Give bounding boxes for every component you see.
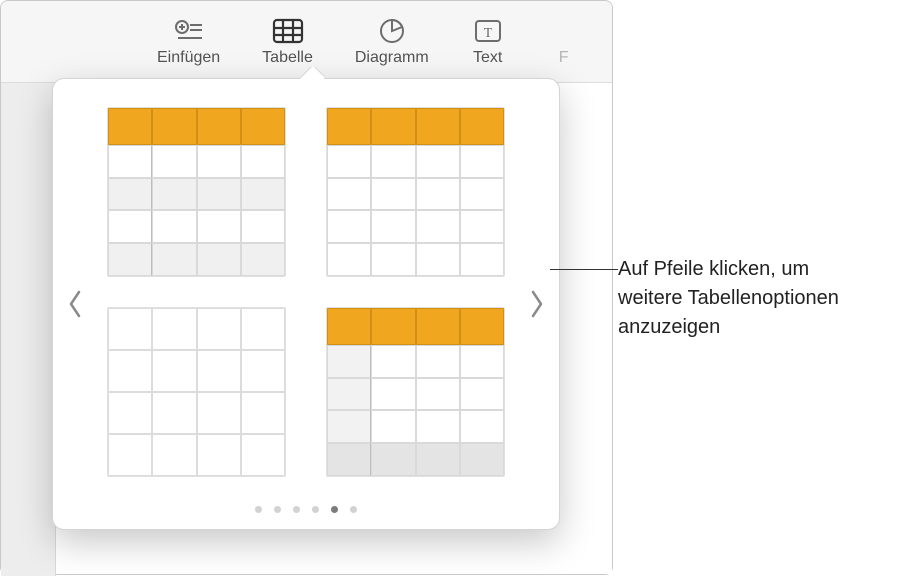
toolbar-shape[interactable]: F [541, 17, 587, 67]
callout-leader-line [550, 269, 618, 270]
toolbar-chart-label: Diagramm [355, 49, 429, 67]
page-indicator[interactable] [53, 506, 559, 513]
page-dot-2[interactable] [274, 506, 281, 513]
prev-page-arrow[interactable] [53, 79, 97, 529]
table-style-option-3[interactable] [107, 307, 286, 477]
text-icon: T [471, 17, 505, 45]
table-icon [271, 17, 305, 45]
svg-text:T: T [483, 26, 492, 41]
document-gutter [1, 83, 56, 576]
chart-icon [375, 17, 409, 45]
toolbar-chart[interactable]: Diagramm [349, 17, 435, 67]
page-dot-6[interactable] [350, 506, 357, 513]
toolbar-insert-label: Einfügen [157, 49, 220, 67]
toolbar-shape-label: F [559, 49, 569, 67]
insert-icon [172, 17, 206, 45]
page-dot-4[interactable] [312, 506, 319, 513]
toolbar-insert[interactable]: Einfügen [151, 17, 226, 67]
table-style-option-2[interactable] [326, 107, 505, 277]
chevron-left-icon [67, 289, 83, 319]
page-dot-5[interactable] [331, 506, 338, 513]
toolbar-text[interactable]: T Text [465, 17, 511, 67]
table-style-option-1[interactable] [107, 107, 286, 277]
popover-tail [300, 67, 324, 79]
shape-icon [547, 17, 581, 45]
page-dot-1[interactable] [255, 506, 262, 513]
chevron-right-icon [529, 289, 545, 319]
toolbar-table[interactable]: Tabelle [256, 17, 319, 67]
page-dot-3[interactable] [293, 506, 300, 513]
table-style-grid [97, 79, 515, 529]
next-page-arrow[interactable] [515, 79, 559, 529]
toolbar-text-label: Text [473, 49, 502, 67]
table-style-popover [52, 78, 560, 530]
table-style-option-4[interactable] [326, 307, 505, 477]
toolbar-table-label: Tabelle [262, 49, 313, 67]
callout-text: Auf Pfeile klicken, um weitere Tabelleno… [618, 255, 878, 342]
